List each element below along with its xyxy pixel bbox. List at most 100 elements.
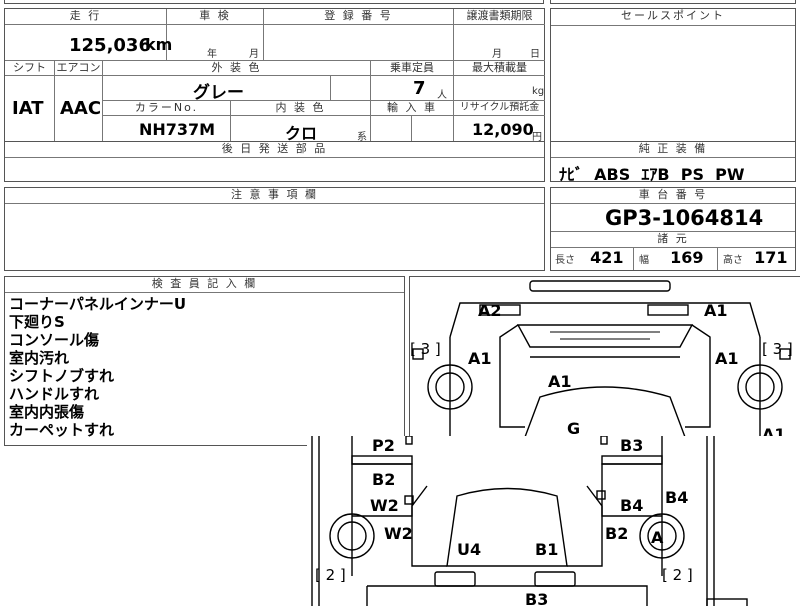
capacity-value: 7 (413, 78, 426, 99)
spec-height-label: 高さ (723, 255, 743, 266)
recycle-label: リサイクル預託金 (454, 101, 545, 116)
color-no-value: NH737M (139, 120, 216, 139)
max-load-label: 最大積載量 (454, 61, 545, 76)
mark-bracket-3-right: [ 3 ] (762, 340, 793, 358)
remark-line: 室内内張傷 (9, 403, 85, 421)
spec-length-label: 長さ (555, 255, 575, 266)
remark-line: ハンドルすれ (9, 385, 100, 403)
max-load-cell: kg (454, 76, 545, 101)
mark-b3-bottom: B3 (525, 590, 549, 606)
remark-line: コーナーパネルインナーU (9, 295, 187, 313)
later-parts-box: 後 日 発 送 部 品 (4, 141, 545, 182)
ext-color-cell: グレー (103, 76, 331, 103)
mark-w2-left: W2 (370, 496, 399, 515)
transfer-deadline-label: 譲渡書類期限 (454, 9, 545, 25)
top-strip-right (550, 0, 796, 4)
capacity-cell: 7 人 (371, 76, 454, 101)
mileage-label: 走 行 (5, 9, 167, 25)
mark-a1-left: A1 (468, 349, 492, 368)
mark-b4: B4 (620, 496, 644, 515)
equipment-box: 純 正 装 備 ﾅﾋﾞ ABS ｴｱB PS PW (550, 141, 796, 184)
shift-value: IAT (12, 98, 44, 119)
ext-color-label: 外 装 色 (103, 61, 371, 76)
mark-a1-top-right: A1 (704, 301, 728, 320)
import-label: 輸 入 車 (371, 101, 454, 116)
recycle-value: 12,090 (472, 120, 534, 139)
chassis-label: 車 台 番 号 (551, 188, 795, 204)
ext-color-extra (331, 76, 371, 101)
spec-length: 長さ 421 (555, 248, 634, 270)
capacity-unit: 人 (437, 90, 447, 101)
inspector-remarks-box: 検 査 員 記 入 欄 コーナーパネルインナーU 下廻りS コンソール傷 室内汚… (4, 276, 405, 446)
registration-label: 登 録 番 号 (264, 9, 454, 25)
top-strip (4, 0, 544, 4)
inspection-label: 車 検 (167, 9, 264, 25)
sales-point-box: セールスポイント (550, 8, 796, 142)
mark-b1: B1 (535, 540, 559, 559)
mark-bracket-2-right: [ 2 ] (662, 566, 693, 584)
spec-length-value: 421 (590, 248, 624, 267)
transfer-cell: 月 日 (454, 25, 545, 61)
inspector-label: 検 査 員 記 入 欄 (5, 277, 404, 293)
registration-cell (264, 25, 454, 61)
color-no-label: カラーNo. (103, 101, 231, 116)
sales-point-label: セールスポイント (551, 9, 795, 26)
capacity-label: 乗車定員 (371, 61, 454, 76)
aircon-label: エアコン (55, 61, 103, 76)
mark-p2: P2 (372, 436, 395, 455)
shift-cell: IAT (5, 76, 55, 143)
later-parts-label: 後 日 発 送 部 品 (5, 142, 544, 158)
vehicle-info-table: 走 行 車 検 登 録 番 号 譲渡書類期限 125,036 km 年 月 月 … (4, 8, 545, 143)
color-no-cell: NH737M (103, 116, 231, 143)
inspection-month-unit: 月 (249, 49, 259, 60)
recycle-cell: 12,090 円 (454, 116, 545, 143)
aircon-cell: AAC (55, 76, 103, 143)
chassis-value: GP3-1064814 (605, 206, 764, 230)
mileage-cell: 125,036 km (5, 25, 172, 61)
mark-b4-right: B4 (665, 488, 689, 507)
transfer-month-unit: 月 (492, 49, 502, 60)
remark-line: カーペットすれ (9, 421, 115, 439)
max-load-unit: kg (532, 86, 545, 97)
ext-color-value: グレー (193, 83, 244, 103)
mark-bracket-2-left: [ 2 ] (315, 566, 346, 584)
mark-b3: B3 (620, 436, 644, 455)
mark-a1-center: A1 (548, 372, 572, 391)
spec-width: 幅 169 (639, 248, 718, 270)
aircon-value: AAC (60, 98, 102, 119)
mark-bracket-3-left: [ 3 ] (410, 340, 441, 358)
inspection-year-unit: 年 (207, 49, 217, 60)
chassis-box: 車 台 番 号 GP3-1064814 諸 元 長さ 421 幅 169 高さ … (550, 187, 796, 271)
int-color-cell: クロ 系 (231, 116, 371, 143)
mark-b2-left: B2 (372, 470, 396, 489)
mileage-value: 125,036 (69, 35, 151, 56)
car-diagram-lower: P2 B3 B2 W2 B4 B4 W2 B2 A U4 B1 [ 2 ] [ … (307, 436, 800, 606)
remark-line: シフトノブすれ (9, 367, 115, 385)
remarks-list: コーナーパネルインナーU 下廻りS コンソール傷 室内汚れ シフトノブすれ ハン… (9, 295, 186, 439)
inspection-cell: 年 月 (167, 25, 264, 61)
mark-a1-right: A1 (715, 349, 739, 368)
mark-a: A (651, 528, 664, 547)
spec-height-value: 171 (754, 248, 788, 267)
import-cell-b (412, 116, 454, 143)
equipment-value: ﾅﾋﾞ ABS ｴｱB PS PW (559, 165, 745, 184)
notes-box: 注 意 事 項 欄 (4, 187, 545, 271)
transfer-day-unit: 日 (530, 49, 540, 60)
car-diagram-rear (311, 436, 748, 606)
shift-label: シフト (5, 61, 55, 76)
spec-width-value: 169 (670, 248, 704, 267)
remark-line: コンソール傷 (9, 331, 100, 349)
remark-line: 下廻りS (9, 313, 65, 331)
specs-label: 諸 元 (551, 231, 795, 248)
notes-label: 注 意 事 項 欄 (5, 188, 544, 204)
mark-b2-right: B2 (605, 524, 629, 543)
int-color-label: 内 装 色 (231, 101, 371, 116)
spec-width-label: 幅 (639, 255, 649, 266)
mark-a2: A2 (478, 301, 502, 320)
spec-height: 高さ 171 (723, 248, 793, 270)
equipment-label: 純 正 装 備 (551, 142, 795, 158)
mark-u4: U4 (457, 540, 482, 559)
mark-w2-bottom: W2 (384, 524, 413, 543)
remark-line: 室内汚れ (9, 349, 70, 367)
import-cell-a (371, 116, 412, 143)
